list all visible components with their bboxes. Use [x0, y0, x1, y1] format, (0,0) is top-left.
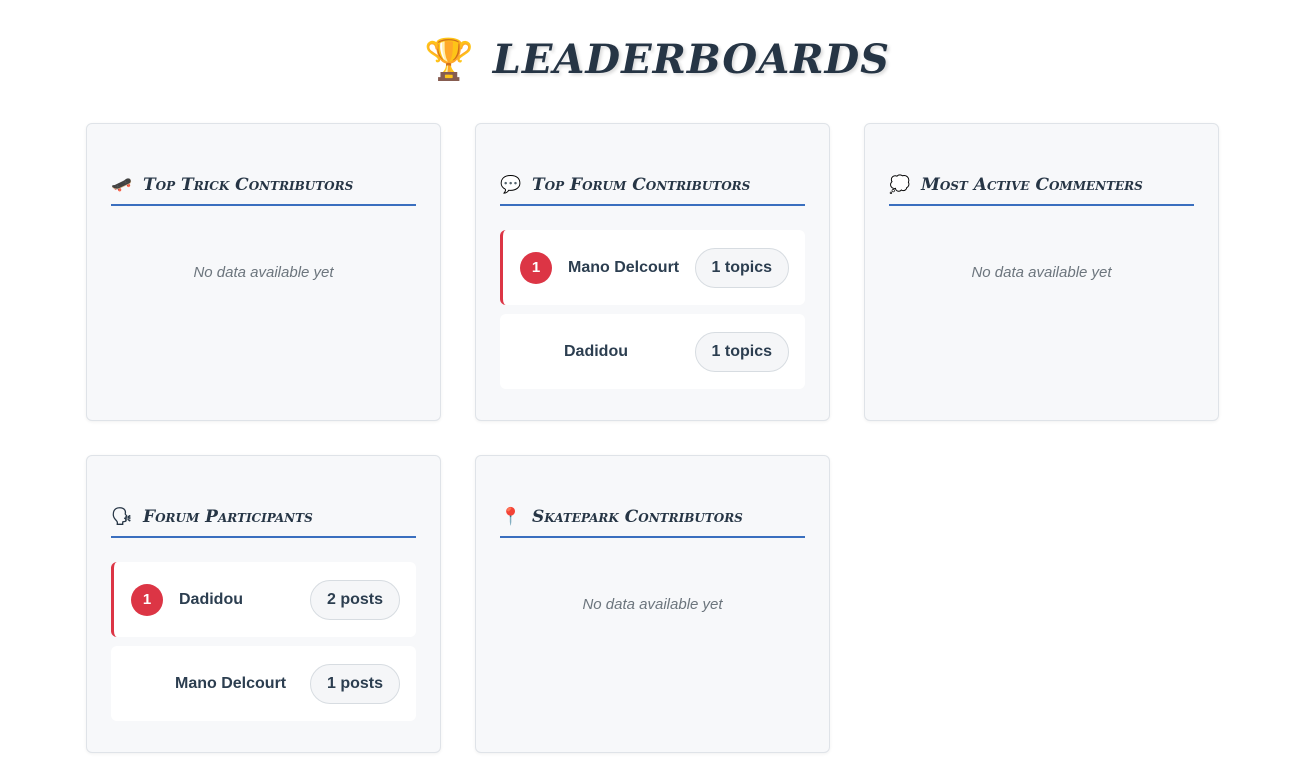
card-header: 💬 Top Forum Contributors	[500, 169, 805, 206]
count-badge: 2 posts	[309, 579, 400, 620]
card-skatepark-contributors: 📍 Skatepark Contributors No data availab…	[475, 455, 830, 753]
pushpin-icon: 📍	[500, 506, 522, 527]
user-name[interactable]: Mano Delcourt	[568, 259, 695, 277]
count-badge: 1 topics	[694, 331, 789, 372]
card-title: Top Forum Contributors	[532, 174, 751, 195]
leaderboard-list: 1 Dadidou 2 posts Mano Delcourt 1 posts	[111, 562, 416, 721]
empty-state-text: No data available yet	[582, 596, 723, 613]
card-top-trick-contributors: 🛹 Top Trick Contributors No data availab…	[86, 123, 441, 421]
trophy-icon: 🏆	[423, 36, 475, 83]
page-title: 🏆 LEADERBOARDS	[0, 30, 1314, 90]
page-title-text: LEADERBOARDS	[492, 36, 891, 83]
card-title: Top Trick Contributors	[143, 174, 354, 195]
thought-bubble-icon: 💭	[889, 174, 911, 195]
count-badge: 1 topics	[694, 247, 789, 288]
skateboard-icon: 🛹	[111, 174, 133, 195]
card-title: Most Active Commenters	[921, 174, 1143, 195]
user-name[interactable]: Dadidou	[179, 591, 310, 609]
leaderboard-row[interactable]: 1 Mano Delcourt 1 topics	[500, 230, 805, 305]
card-title: Skatepark Contributors	[532, 506, 743, 527]
rank-badge: 1	[131, 583, 163, 616]
card-header: 📍 Skatepark Contributors	[500, 501, 805, 538]
leaderboard-row[interactable]: Mano Delcourt 1 posts	[111, 646, 416, 721]
card-most-active-commenters: 💭 Most Active Commenters No data availab…	[864, 123, 1219, 421]
user-name[interactable]: Dadidou	[564, 343, 695, 361]
card-top-forum-contributors: 💬 Top Forum Contributors 1 Mano Delcourt…	[475, 123, 830, 421]
card-title: Forum Participants	[143, 506, 313, 527]
empty-state-text: No data available yet	[193, 264, 334, 281]
speaking-head-icon: 🗣	[111, 506, 133, 527]
count-badge: 1 posts	[309, 663, 400, 704]
speech-bubble-icon: 💬	[500, 174, 522, 195]
card-header: 💭 Most Active Commenters	[889, 169, 1194, 206]
leaderboard-list: 1 Mano Delcourt 1 topics Dadidou 1 topic…	[500, 230, 805, 389]
leaderboards-page: 🏆 LEADERBOARDS 🛹 Top Trick Contributors N…	[0, 0, 1314, 778]
empty-state-text: No data available yet	[971, 264, 1112, 281]
leaderboard-row[interactable]: Dadidou 1 topics	[500, 314, 805, 389]
user-name[interactable]: Mano Delcourt	[175, 675, 310, 693]
card-header: 🗣 Forum Participants	[111, 501, 416, 538]
leaderboard-row[interactable]: 1 Dadidou 2 posts	[111, 562, 416, 637]
rank-badge: 1	[520, 251, 552, 284]
card-forum-participants: 🗣 Forum Participants 1 Dadidou 2 posts M…	[86, 455, 441, 753]
card-header: 🛹 Top Trick Contributors	[111, 169, 416, 206]
